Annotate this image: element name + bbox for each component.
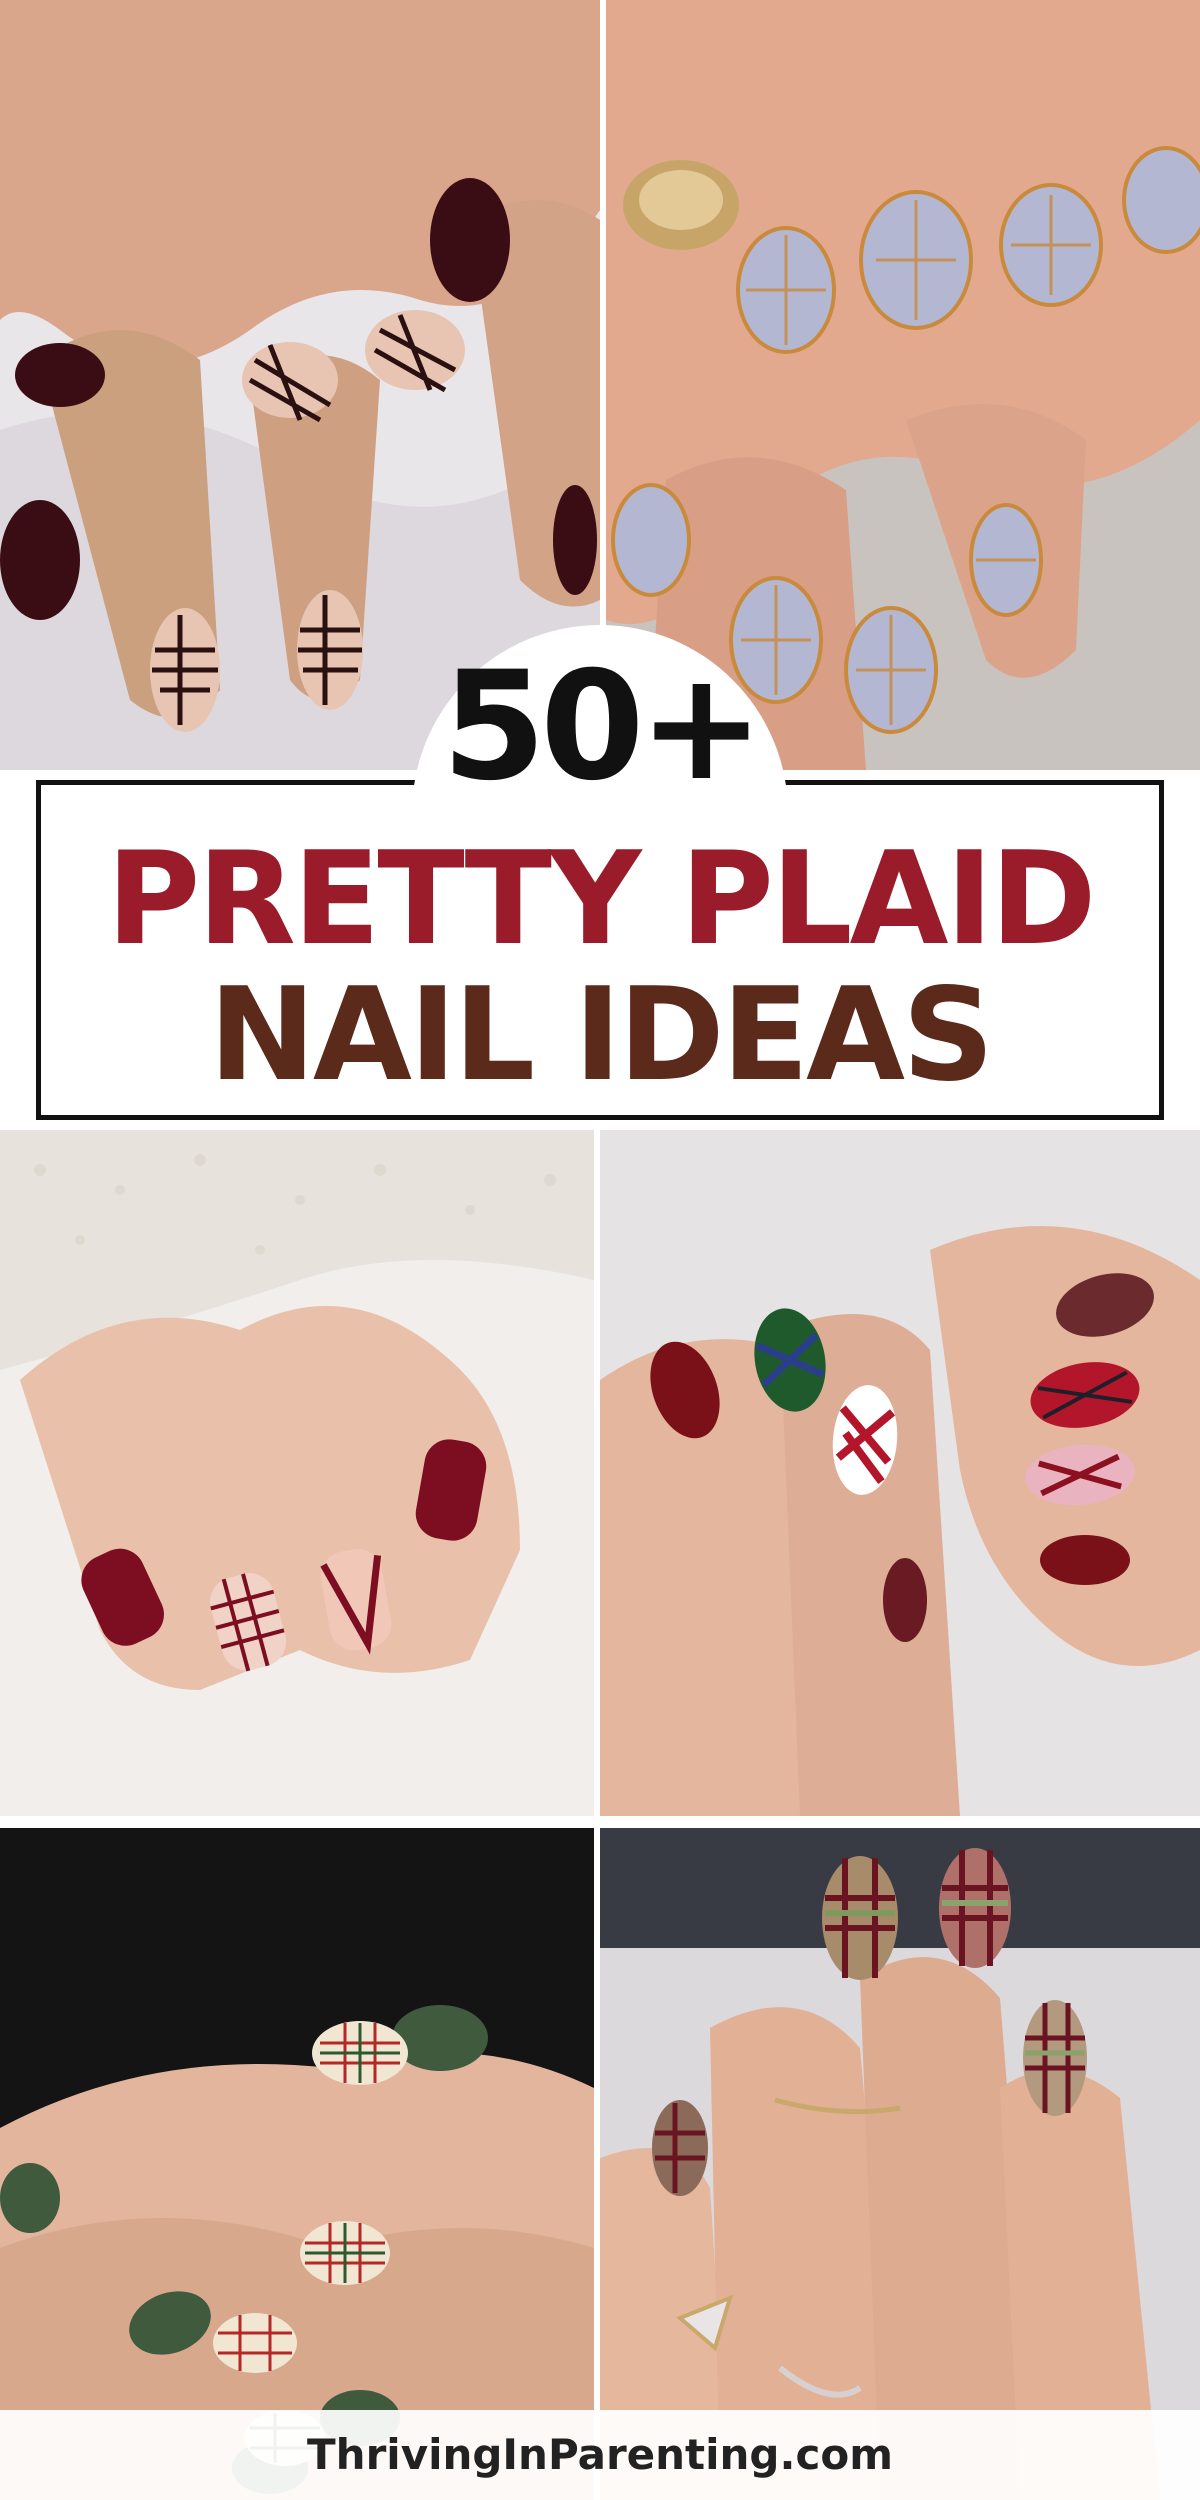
title-line-2: NAIL IDEAS (208, 961, 995, 1110)
photo-green-tartan-nails (0, 1828, 594, 2500)
photo-knit-sweater-plaid-nails (0, 1130, 594, 1816)
title-line-1: PRETTY PLAID (106, 825, 1097, 974)
photo-argyle-tartan-nails (600, 1130, 1200, 1816)
site-watermark: ThrivingInParenting.com (0, 2410, 1200, 2500)
title-count: 50+ (441, 640, 764, 814)
photo-sage-maroon-plaid-nails (600, 1828, 1200, 2500)
